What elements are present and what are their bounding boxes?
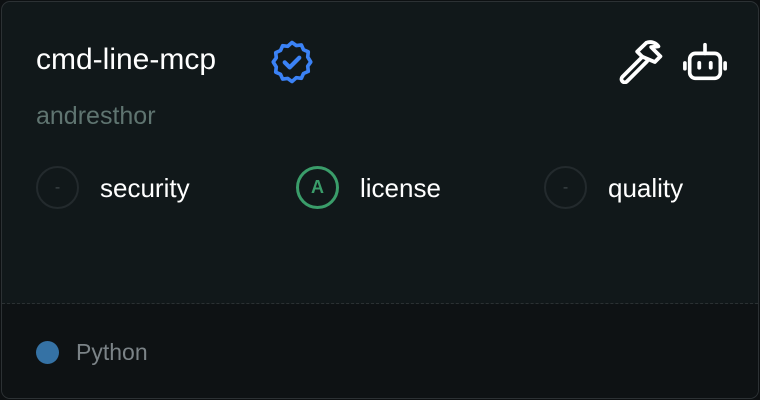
author-name[interactable]: andresthor [36,99,156,133]
hammer-icon[interactable] [616,40,664,84]
security-grade-circle: - [36,166,79,209]
license-grade-circle: A [296,166,339,209]
server-name[interactable]: cmd-line-mcp [36,40,216,80]
card-footer: Python [2,304,758,398]
security-label: security [100,173,190,203]
server-card[interactable]: cmd-line-mcp andresthor - security A lic… [1,1,759,399]
language-name: Python [76,339,148,365]
language-color-dot [36,341,59,364]
license-label: license [360,173,441,203]
verified-badge-icon [271,40,313,84]
quality-label: quality [608,173,684,203]
robot-icon[interactable] [682,40,728,84]
quality-grade-circle: - [544,166,587,209]
